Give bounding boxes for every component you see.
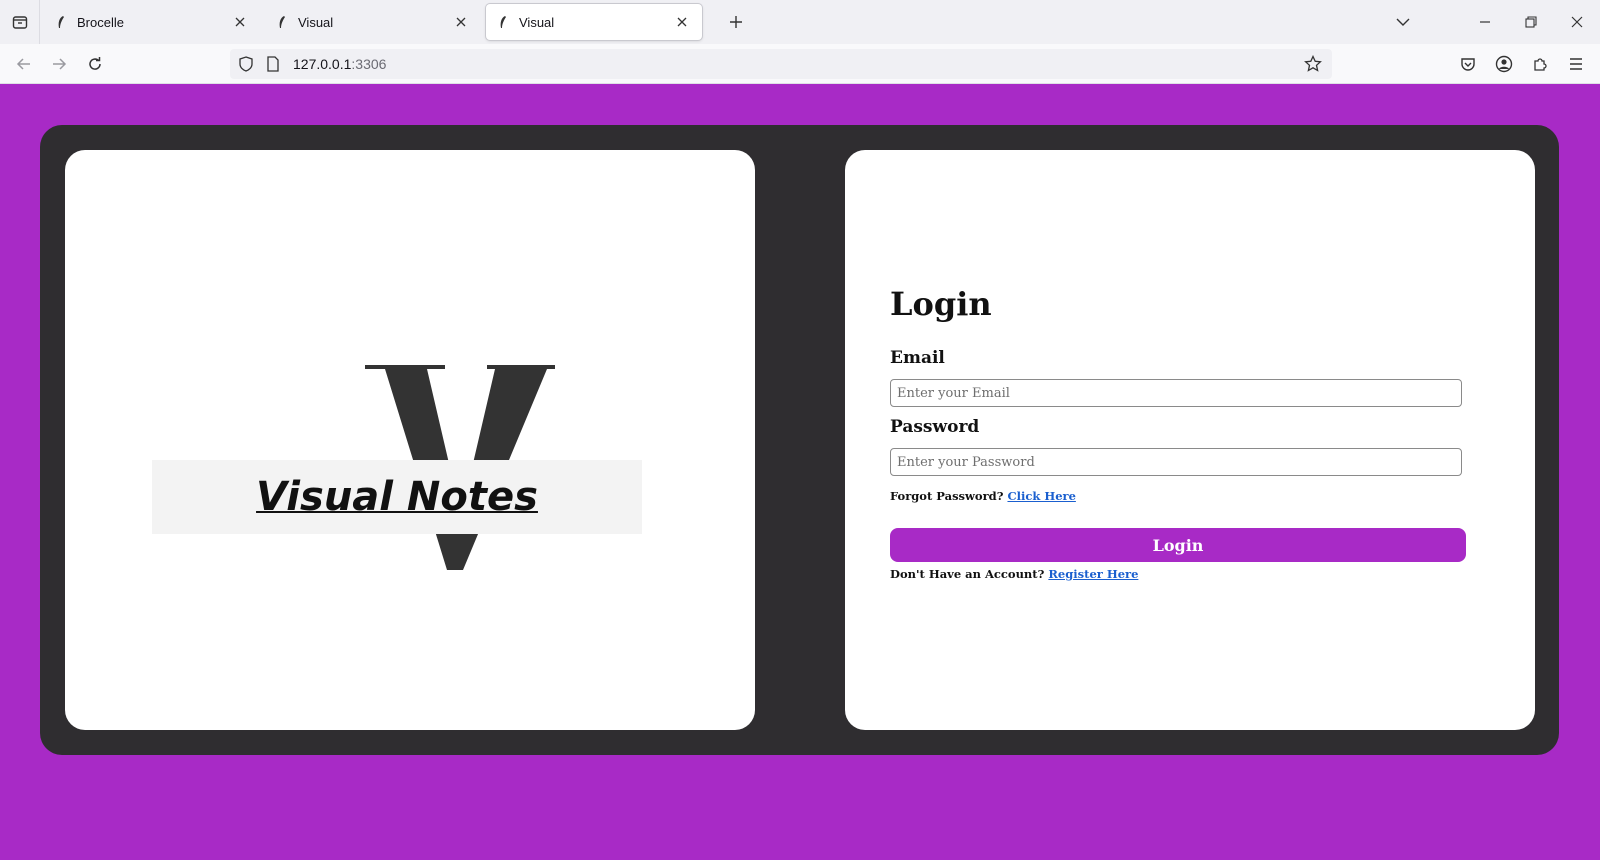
browser-tab[interactable]: Brocelle xyxy=(44,4,260,40)
login-panel: Login Email Password Forgot Password? Cl… xyxy=(845,150,1535,730)
hamburger-menu-icon xyxy=(1570,58,1582,70)
minimize-icon xyxy=(1480,21,1490,23)
brand-panel: Visual Notes xyxy=(65,150,755,730)
bookmark-star-icon[interactable] xyxy=(1304,55,1322,73)
url-host: 127.0.0.1 xyxy=(293,56,352,72)
list-all-tabs-button[interactable] xyxy=(0,0,40,44)
forgot-password-text: Forgot Password? xyxy=(890,489,1004,503)
register-text: Don't Have an Account? xyxy=(890,567,1045,581)
close-tab-icon[interactable] xyxy=(451,12,471,32)
forgot-password-row: Forgot Password? Click Here xyxy=(890,489,1076,503)
arrow-left-icon xyxy=(16,58,30,70)
feather-icon xyxy=(496,15,510,29)
plus-icon xyxy=(730,16,742,28)
tab-title: Visual xyxy=(519,14,555,30)
browser-tab[interactable]: Visual xyxy=(265,4,481,40)
account-icon xyxy=(1495,55,1513,73)
feather-icon xyxy=(275,15,289,29)
brand-name: Visual Notes xyxy=(256,474,538,520)
password-label: Password xyxy=(890,417,980,437)
tab-title: Visual xyxy=(298,14,334,30)
register-row: Don't Have an Account? Register Here xyxy=(890,567,1138,581)
forgot-password-link[interactable]: Click Here xyxy=(1007,489,1075,503)
chevron-down-icon xyxy=(1396,18,1410,26)
url-text: 127.0.0.1:3306 xyxy=(293,56,386,72)
feather-icon xyxy=(54,15,68,29)
navigation-bar: 127.0.0.1:3306 xyxy=(0,44,1600,84)
puzzle-icon xyxy=(1534,58,1547,71)
reload-icon xyxy=(89,57,101,70)
back-button[interactable] xyxy=(10,50,38,78)
extensions-button[interactable] xyxy=(1526,50,1554,78)
pocket-icon xyxy=(1461,58,1475,71)
url-port: :3306 xyxy=(351,56,387,72)
browser-tab-active[interactable]: Visual xyxy=(486,4,702,40)
register-link[interactable]: Register Here xyxy=(1048,567,1138,581)
page-icon xyxy=(267,56,279,72)
new-tab-button[interactable] xyxy=(724,10,748,34)
tab-title: Brocelle xyxy=(77,14,124,30)
email-label: Email xyxy=(890,348,945,368)
address-bar[interactable]: 127.0.0.1:3306 xyxy=(230,49,1332,79)
shield-icon[interactable] xyxy=(238,56,254,72)
restore-icon xyxy=(1525,16,1537,28)
pocket-button[interactable] xyxy=(1454,50,1482,78)
restore-button[interactable] xyxy=(1508,0,1554,44)
close-icon xyxy=(1571,16,1583,28)
account-button[interactable] xyxy=(1490,50,1518,78)
password-field[interactable] xyxy=(890,448,1462,476)
close-tab-icon[interactable] xyxy=(672,12,692,32)
tab-list-icon xyxy=(12,16,27,29)
content-frame: Visual Notes Login Email Password Forgot… xyxy=(40,125,1559,755)
close-tab-icon[interactable] xyxy=(230,12,250,32)
close-window-button[interactable] xyxy=(1554,0,1600,44)
login-button[interactable]: Login xyxy=(890,528,1466,562)
tab-bar: Brocelle Visual Visual xyxy=(0,0,1600,44)
minimize-button[interactable] xyxy=(1462,0,1508,44)
forward-button[interactable] xyxy=(45,50,73,78)
menu-button[interactable] xyxy=(1562,50,1590,78)
login-title: Login xyxy=(890,285,992,323)
reload-button[interactable] xyxy=(81,50,109,78)
arrow-right-icon xyxy=(53,58,67,70)
tab-overflow-button[interactable] xyxy=(1380,0,1426,44)
email-field[interactable] xyxy=(890,379,1462,407)
